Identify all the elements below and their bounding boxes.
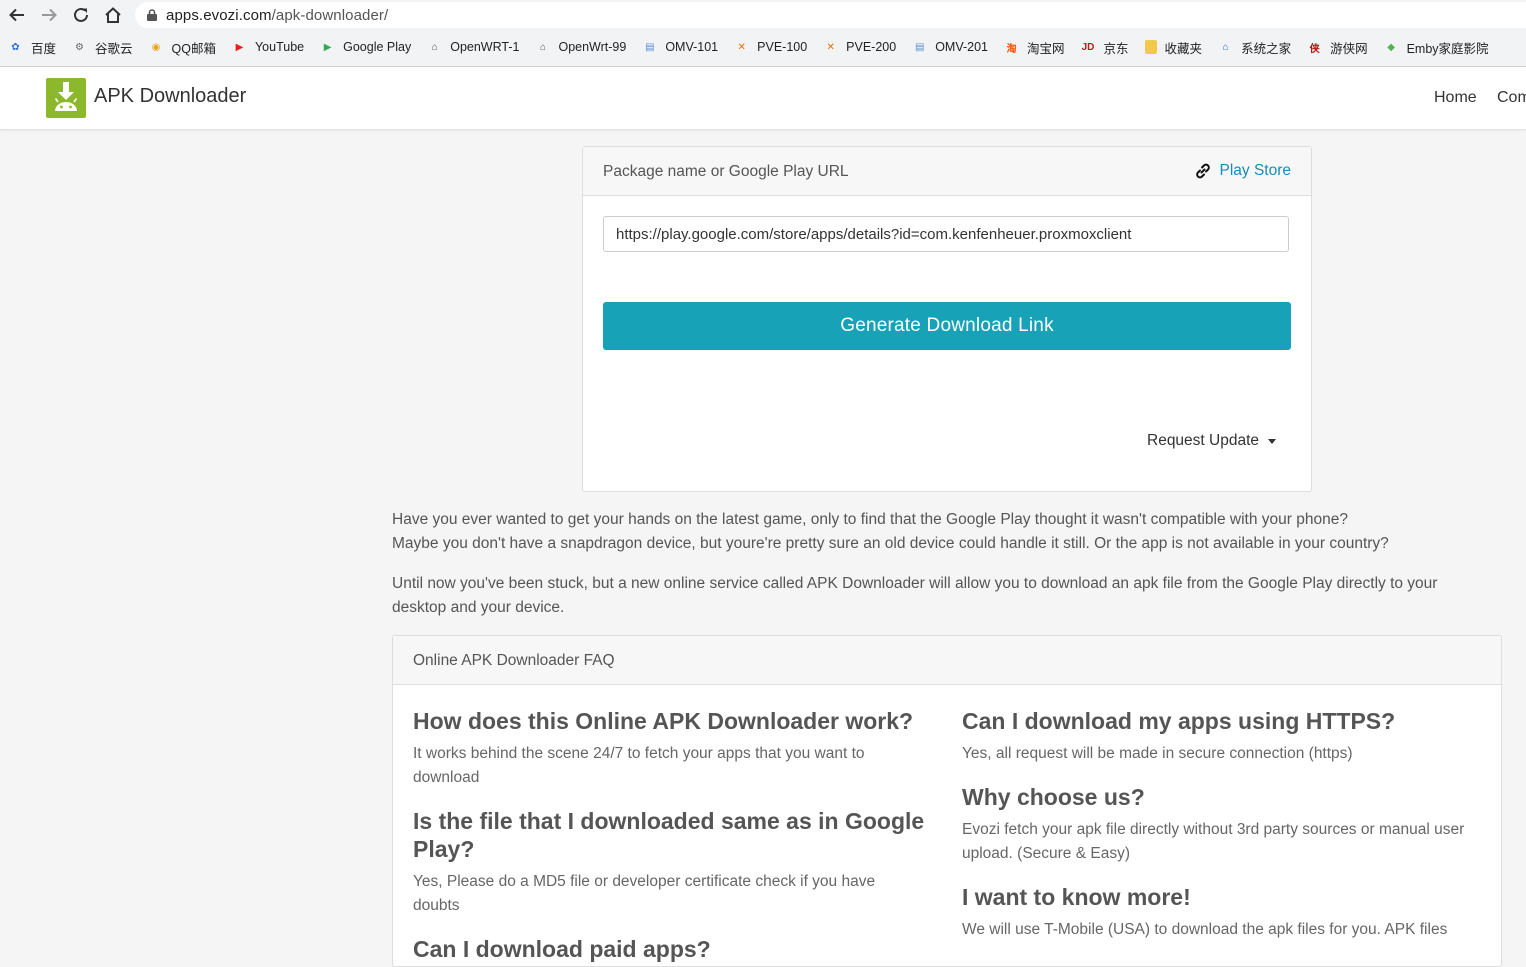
faq-question: Can I download my apps using HTTPS? [962,708,1396,734]
play-store-link-label: Play Store [1219,162,1291,179]
site-header: APK Downloader Home Com [0,67,1526,130]
faq-question: Is the file that I downloaded same as in… [413,808,925,862]
bookmark-item[interactable]: 侠游侠网 [1299,36,1376,58]
bookmark-label: Emby家庭影院 [1406,41,1489,56]
bookmark-item[interactable]: ▤ OMV-201 [904,36,996,58]
bookmark-item[interactable]: ◉ QQ邮箱 [141,36,224,58]
faq-title: Online APK Downloader FAQ [413,652,615,669]
nav-home-link[interactable]: Home [1434,89,1477,107]
faq-answer: We will use T-Mobile (USA) to download t… [962,921,1448,938]
nav-com-link[interactable]: Com [1497,89,1526,107]
intro-paragraph-2: Until now you've been stuck, but a new o… [392,575,1438,616]
caret-down-icon [1268,438,1277,444]
faq-question: Can I download paid apps? [413,936,711,962]
request-update-dropdown[interactable]: Request Update [1147,432,1277,450]
faq-answer: It works behind the scene 24/7 to fetch … [413,745,865,786]
qq-mail-icon: ◉ [151,41,161,53]
downloader-card: Package name or Google Play URL Play Sto… [582,146,1312,492]
link-icon [1196,163,1211,179]
bookmark-label: 百度 [31,41,57,56]
faq-card: Online APK Downloader FAQ How does this … [392,635,1502,967]
omv-icon: ▤ [914,41,925,53]
bookmark-item[interactable]: JD 京东 [1073,36,1137,58]
youtube-icon: ▶ [235,41,244,53]
bookmark-label: OMV-101 [665,40,719,54]
bookmark-label: OMV-201 [935,40,989,54]
bookmark-item[interactable]: 收藏夹 [1137,36,1211,58]
bookmark-label: 收藏夹 [1164,41,1203,56]
faq-answer: Yes, all request will be made in secure … [962,745,1353,762]
bookmark-item[interactable]: ▶ Google Play [312,36,419,58]
generate-download-link-button[interactable]: Generate Download Link [603,302,1291,350]
bookmark-item[interactable]: ✿ 百度 [0,36,64,58]
omv-icon: ▤ [645,41,655,53]
faq-question: Why choose us? [962,784,1145,810]
bookmark-item[interactable]: ▶ YouTube [224,36,312,58]
lock-icon [147,9,157,21]
address-bar[interactable]: apps.evozi.com/apk-downloader/ [135,2,1526,28]
bookmark-label: Google Play [343,40,412,54]
baidu-icon: ✿ [11,41,20,53]
bookmark-label: 淘宝网 [1027,41,1065,56]
bookmark-item[interactable]: ⌂ OpenWRT-1 [419,36,527,58]
faq-question: How does this Online APK Downloader work… [413,708,914,734]
downloader-card-header: Package name or Google Play URL Play Sto… [583,147,1311,196]
google-play-icon: ▶ [323,41,332,53]
openwrt-icon: ⌂ [431,41,438,53]
reload-icon[interactable] [69,3,93,27]
gear-icon: ⚙ [75,41,84,53]
bookmark-label: 京东 [1103,41,1129,56]
xitongzhijia-icon: ⌂ [1222,41,1229,53]
faq-question: I want to know more! [962,884,1191,910]
emby-icon: ◆ [1387,41,1395,53]
bookmark-item[interactable]: 淘淘宝网 [996,36,1073,58]
bookmark-label: QQ邮箱 [171,41,216,56]
bookmark-label: PVE-200 [846,40,897,54]
bookmark-label: PVE-100 [757,40,808,54]
site-brand[interactable]: APK Downloader [94,85,246,108]
bookmark-label: OpenWrt-99 [558,40,627,54]
proxmox-icon: ✕ [826,41,835,53]
package-name-label: Package name or Google Play URL [603,163,849,180]
bookmark-item[interactable]: ✕ PVE-200 [815,36,904,58]
faq-card-header: Online APK Downloader FAQ [393,636,1501,685]
bookmark-item[interactable]: ✕ PVE-100 [726,36,815,58]
home-icon[interactable] [101,3,125,27]
bookmark-item[interactable]: ◆ Emby家庭影院 [1376,36,1497,58]
bookmark-item[interactable]: ▤ OMV-101 [634,36,726,58]
android-download-logo-icon[interactable] [46,78,86,118]
jd-icon: JD [1081,41,1095,53]
bookmark-label: YouTube [254,40,305,54]
bookmark-label: 游侠网 [1330,41,1368,56]
play-store-link[interactable]: Play Store [1194,162,1291,180]
url-text: apps.evozi.com/apk-downloader/ [166,6,389,24]
bookmark-label: 谷歌云 [95,41,133,56]
faq-answer: Evozi fetch your apk file directly witho… [962,821,1465,862]
youxia-icon: 侠 [1309,43,1320,55]
bookmark-label: 系统之家 [1241,41,1292,56]
bookmark-item[interactable]: ⌂ 系统之家 [1210,36,1299,58]
taobao-icon: 淘 [1006,43,1017,55]
bookmark-item[interactable]: ⚙ 谷歌云 [64,36,141,58]
back-arrow-icon[interactable] [5,3,29,27]
bookmark-label: OpenWRT-1 [450,40,520,54]
package-url-input[interactable] [603,216,1289,252]
faq-answer: Yes, Please do a MD5 file or developer c… [413,873,876,914]
browser-chrome: apps.evozi.com/apk-downloader/ ✿ 百度 ⚙ 谷歌云 ◉ Q… [0,0,1526,67]
forward-arrow-icon[interactable] [37,3,61,27]
proxmox-icon: ✕ [737,41,746,53]
request-update-label: Request Update [1147,432,1260,449]
bookmarks-bar: ✿ 百度 ⚙ 谷歌云 ◉ QQ邮箱 ▶ YouTube ▶ Google Play ⌂ OpenWRT… [0,36,1497,58]
bookmark-item[interactable]: ⌂ OpenWrt-99 [527,36,634,58]
folder-icon [1144,40,1157,54]
intro-paragraph-1: Have you ever wanted to get your hands o… [392,511,1389,552]
openwrt-icon: ⌂ [539,41,546,53]
